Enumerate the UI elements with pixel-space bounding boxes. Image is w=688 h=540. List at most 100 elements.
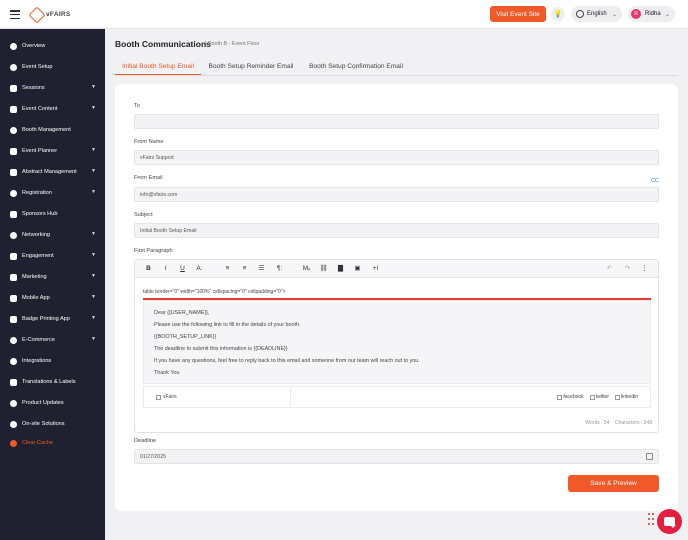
sidebar-item-integrations[interactable]: Integrations [0, 352, 105, 370]
menu-icon[interactable] [10, 10, 20, 20]
italic-icon[interactable]: I [160, 264, 171, 274]
sidebar-item-clear-cache[interactable]: Clear Cache [0, 434, 105, 452]
from-name-label: From Name [134, 139, 164, 145]
chevron-down-icon: ▼ [91, 231, 96, 237]
from-name-field[interactable]: vFairs Support [134, 150, 659, 165]
abstract-icon [10, 168, 17, 176]
chevron-down-icon: ▼ [91, 315, 96, 321]
paragraph-icon[interactable]: ¶: [274, 264, 285, 274]
chevron-down-icon: ▼ [91, 84, 96, 90]
rich-text-editor[interactable]: B I U A: ≡ ≡ ☰ ¶: Mₓ ⛓ ▇ ▣ +I ↶ ↷ ⋮ tabl… [134, 259, 659, 433]
badge-icon [10, 315, 17, 323]
sidebar-item-event-content[interactable]: Event Content ▼ [0, 100, 105, 118]
integrations-icon [10, 357, 17, 365]
sidebar-item-engagement[interactable]: Engagement ▼ [0, 247, 105, 265]
link-icon[interactable]: ⛓ [318, 264, 329, 274]
language-label: English [587, 11, 607, 17]
sidebar-item-event-setup[interactable]: Event Setup [0, 58, 105, 76]
chevron-down-icon: ▼ [91, 252, 96, 258]
to-field[interactable] [134, 114, 659, 129]
markdown-icon[interactable]: Mₓ [301, 264, 312, 274]
folder-icon[interactable]: ▇ [335, 264, 346, 274]
social-links: facebook twitter linkedin [557, 394, 638, 400]
chevron-down-icon: ▼ [91, 273, 96, 279]
drag-handle-icon[interactable] [648, 513, 654, 527]
sidebar-item-product-updates[interactable]: Product Updates [0, 394, 105, 412]
save-preview-button[interactable]: Save & Preview [568, 475, 659, 492]
sidebar-item-mobile-app[interactable]: Mobile App ▼ [0, 289, 105, 307]
tab-booth-setup-confirmation-email[interactable]: Booth Setup Confirmation Email [304, 58, 408, 75]
list-icon[interactable]: ☰ [256, 264, 267, 274]
deadline-field[interactable]: 01/27/2025 [134, 449, 659, 464]
page-subtitle: | Booth B - Event Floor [205, 40, 260, 47]
send-icon [10, 273, 17, 281]
onsite-icon [10, 420, 17, 428]
overview-icon [10, 42, 17, 50]
footer-logo: vFairs [144, 387, 291, 407]
from-email-field[interactable]: info@vfairs.com [134, 187, 659, 202]
body-line: {{BOOTH_SETUP_LINK}} [154, 334, 217, 340]
language-selector[interactable]: English ⌄ [571, 6, 622, 22]
subject-field[interactable]: Initial Booth Setup Email [134, 223, 659, 238]
chevron-down-icon: ⌄ [611, 11, 617, 18]
body-line: The deadline to submit this information … [154, 346, 288, 352]
logo-text: vFAIRS [46, 11, 71, 18]
sidebar-item-marketing[interactable]: Marketing ▼ [0, 268, 105, 286]
sidebar-item-on-site-solutions[interactable]: On-site Solutions [0, 415, 105, 433]
facebook-link[interactable]: facebook [557, 394, 584, 400]
to-label: To [134, 103, 140, 109]
calendar-icon[interactable] [646, 453, 653, 460]
sidebar-item-booth-management[interactable]: Booth Management [0, 121, 105, 139]
broken-image-icon [615, 394, 621, 400]
globe-icon [576, 10, 584, 18]
sidebar-item-abstract-management[interactable]: Abstract Management ▼ [0, 163, 105, 181]
sidebar-item-sessions[interactable]: Sessions ▼ [0, 79, 105, 97]
undo-icon[interactable]: ↶ [604, 264, 615, 274]
email-footer: vFairs facebook twitter linkedin [143, 386, 651, 408]
top-bar: vFAIRS Visit Event Site 💡 English ⌄ R Ri… [0, 0, 688, 29]
insert-icon[interactable]: +I [370, 264, 381, 274]
gear-icon [10, 63, 17, 71]
lightbulb-icon[interactable]: 💡 [551, 7, 565, 21]
align-center-icon[interactable]: ≡ [239, 264, 250, 274]
engagement-icon [10, 252, 17, 260]
tab-booth-setup-reminder-email[interactable]: Booth Setup Reminder Email [204, 58, 298, 75]
deadline-label: Deadline [134, 438, 157, 444]
user-name: Ridha [645, 11, 661, 17]
sidebar-item-badge-printing-app[interactable]: Badge Printing App ▼ [0, 310, 105, 328]
subject-label: Subject [134, 212, 153, 218]
sidebar-item-translations[interactable]: Translations & Labels [0, 373, 105, 391]
twitter-link[interactable]: twitter [589, 394, 609, 400]
user-menu[interactable]: R Ridha ⌄ [628, 6, 675, 22]
text-size-icon[interactable]: A: [194, 264, 205, 274]
logo[interactable]: vFAIRS [28, 6, 71, 23]
document-icon [10, 105, 17, 113]
cc-link[interactable]: CC [651, 178, 659, 184]
align-left-icon[interactable]: ≡ [222, 264, 233, 274]
html-code-line: table border="0" width="100%" cellspacin… [143, 289, 286, 295]
image-icon[interactable]: ▣ [352, 264, 363, 274]
sidebar-item-overview[interactable]: Overview [0, 37, 105, 55]
chevron-down-icon: ▼ [91, 294, 96, 300]
sidebar-item-event-planner[interactable]: Event Planner ▼ [0, 142, 105, 160]
bold-icon[interactable]: B [143, 264, 154, 274]
chevron-down-icon: ▼ [91, 105, 96, 111]
chat-button[interactable] [657, 509, 682, 534]
grid-icon [10, 84, 17, 92]
sidebar-item-networking[interactable]: Networking ▼ [0, 226, 105, 244]
visit-event-site-button[interactable]: Visit Event Site [490, 6, 546, 22]
chat-icon [664, 517, 676, 528]
commerce-icon [10, 336, 17, 344]
underline-icon[interactable]: U [177, 264, 188, 274]
from-email-label: From Email [134, 175, 163, 181]
calendar-icon [10, 147, 17, 155]
body-line: If you have any questions, feel free to … [154, 358, 420, 364]
sidebar-item-sponsors-hub[interactable]: Sponsors Hub [0, 205, 105, 223]
redo-icon[interactable]: ↷ [622, 264, 633, 274]
tab-initial-booth-setup-email[interactable]: Initial Booth Setup Email [115, 58, 201, 75]
more-options-icon[interactable]: ⋮ [639, 264, 650, 274]
sidebar-item-registration[interactable]: Registration ▼ [0, 184, 105, 202]
sidebar-item-e-commerce[interactable]: E-Commerce ▼ [0, 331, 105, 349]
linkedin-link[interactable]: linkedin [615, 394, 638, 400]
editor-toolbar: B I U A: ≡ ≡ ☰ ¶: Mₓ ⛓ ▇ ▣ +I ↶ ↷ ⋮ [135, 260, 658, 278]
